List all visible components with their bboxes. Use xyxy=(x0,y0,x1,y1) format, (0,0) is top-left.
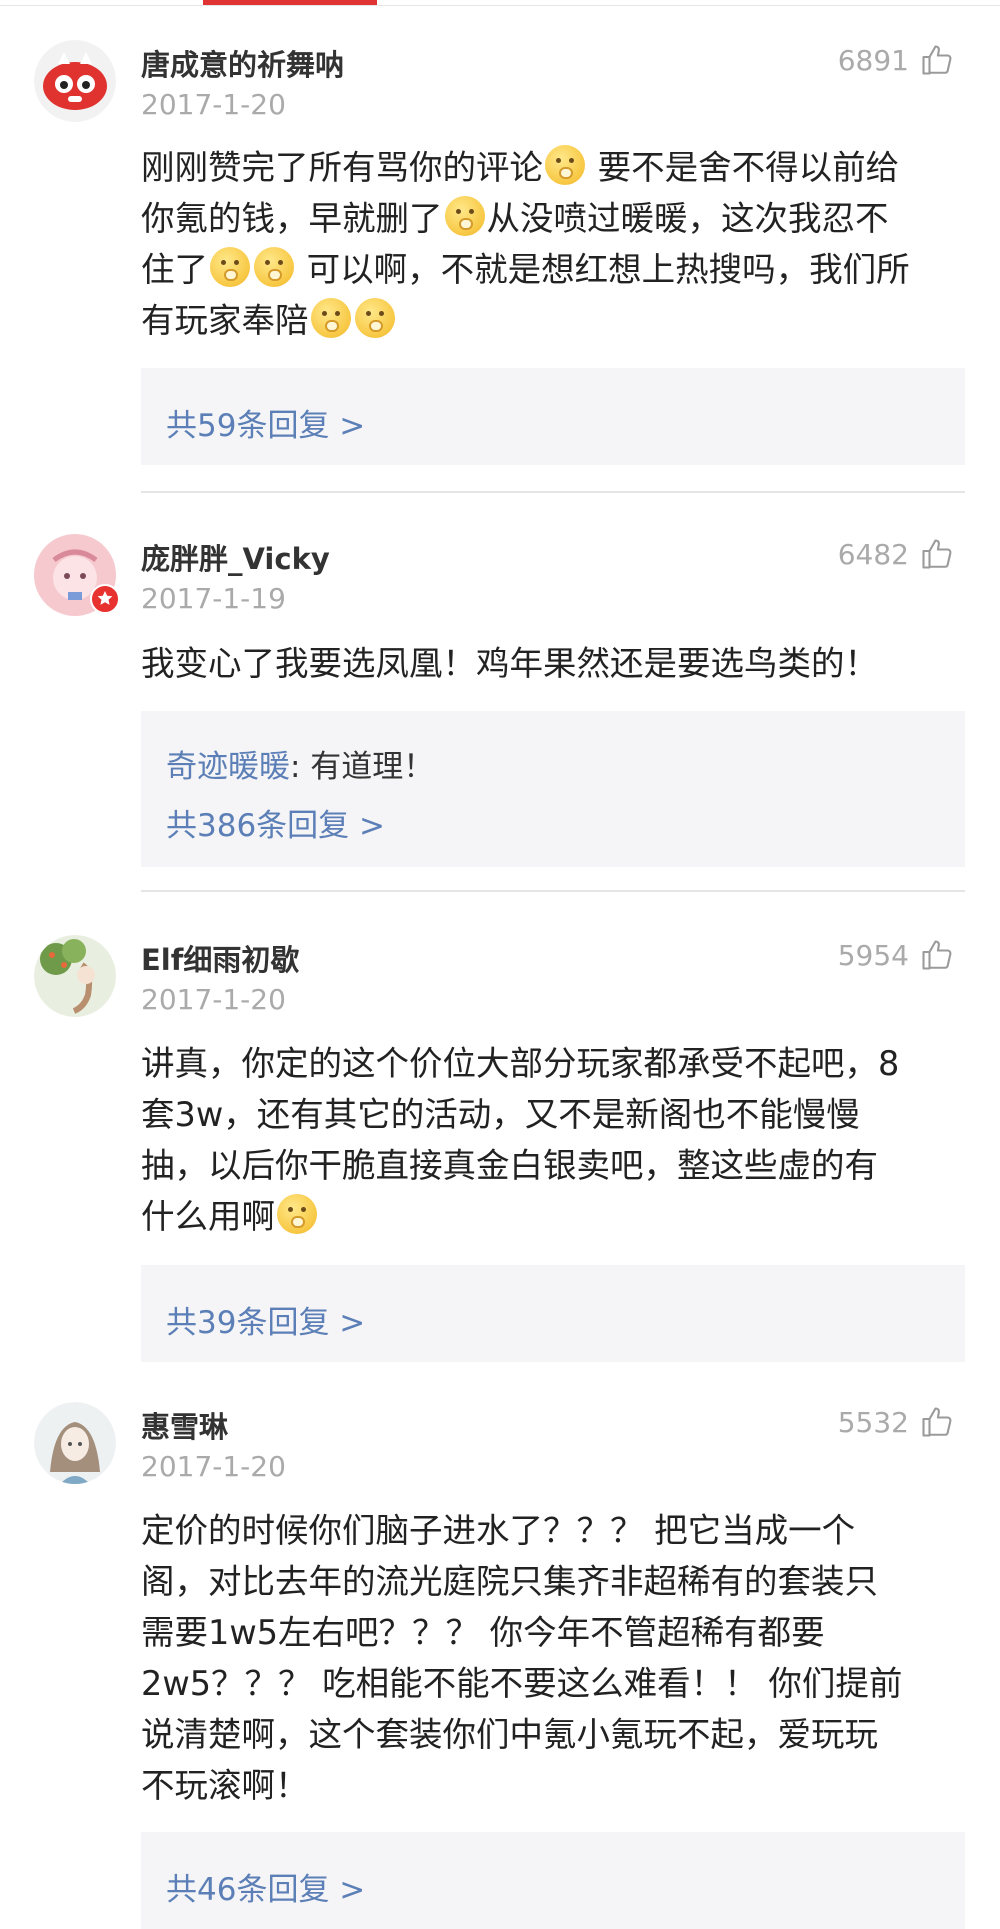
emoji-icon xyxy=(277,1194,317,1234)
verified-badge-icon xyxy=(90,584,120,614)
reply-panel[interactable]: 奇迹暖暖: 有道理！ 共386条回复 > xyxy=(141,711,965,867)
reply-panel[interactable]: 共59条回复 > xyxy=(141,368,965,465)
comment-text-line: 讲真，你定的这个价位大部分玩家都承受不起吧，8 xyxy=(141,1044,900,1083)
view-replies-link[interactable]: 共39条回复 > xyxy=(166,1297,365,1342)
thumbs-up-icon xyxy=(922,940,952,970)
thumbs-up-icon xyxy=(922,539,952,569)
view-replies-link[interactable]: 共386条回复 > xyxy=(166,800,385,845)
active-tab-indicator xyxy=(203,0,377,5)
reply-panel[interactable]: 共39条回复 > xyxy=(141,1265,965,1362)
username[interactable]: Elf细雨初歇 xyxy=(141,937,299,979)
like-count: 6891 xyxy=(837,43,909,77)
reply-text: : 有道理！ xyxy=(290,749,435,785)
divider xyxy=(141,491,965,493)
comment-text-line: 住了 可以啊，不就是想红想上热搜吗，我们所 xyxy=(141,244,971,295)
comment-text-line: 抽，以后你干脆直接真金白银卖吧，整这些虚的有 xyxy=(141,1146,878,1185)
comment-text-line: 说清楚啊，这个套装你们中氪小氪玩不起，爱玩玩 xyxy=(141,1715,878,1754)
emoji-icon xyxy=(545,145,585,185)
comment-text-line: 有玩家奉陪 xyxy=(141,295,971,346)
comment-text-line: 刚刚赞完了所有骂你的评论 要不是舍不得以前给 xyxy=(141,142,971,193)
comment-text: 讲真，你定的这个价位大部分玩家都承受不起吧，8 套3w，还有其它的活动，又不是新阁… xyxy=(141,1038,971,1242)
comment-text-line: 什么用啊 xyxy=(141,1191,971,1242)
like-button[interactable]: 6482 xyxy=(838,534,955,574)
comment-text-line: 阁，对比去年的流光庭院只集齐非超稀有的套装只 xyxy=(141,1562,878,1601)
comment-date: 2017-1-20 xyxy=(141,88,286,121)
username[interactable]: 惠雪琳 xyxy=(141,1404,228,1446)
reply-author[interactable]: 奇迹暖暖 xyxy=(166,749,290,785)
divider xyxy=(141,890,965,892)
emoji-icon xyxy=(354,298,395,338)
reply-preview: 奇迹暖暖: 有道理！ xyxy=(166,741,434,786)
like-count: 6482 xyxy=(837,537,909,571)
emoji-icon xyxy=(444,196,485,236)
top-tab-bar xyxy=(0,0,1000,6)
like-button[interactable]: 5954 xyxy=(838,935,955,975)
comment-date: 2017-1-19 xyxy=(141,582,286,615)
thumbs-up-icon xyxy=(922,1407,952,1437)
comment-text-line: 定价的时候你们脑子进水了？？？ 把它当成一个 xyxy=(141,1511,856,1550)
comment-text-line: 需要1w5左右吧？？？ 你今年不管超稀有都要 xyxy=(141,1613,825,1652)
comment-text-line: 我变心了我要选凤凰！鸡年果然还是要选鸟类的！ xyxy=(141,644,878,683)
comment-text-line: 不玩滚啊！ xyxy=(141,1766,309,1805)
comment-text: 我变心了我要选凤凰！鸡年果然还是要选鸟类的！ xyxy=(141,638,971,689)
avatar[interactable] xyxy=(34,534,120,616)
like-count: 5532 xyxy=(837,1405,909,1439)
like-count: 5954 xyxy=(837,938,909,972)
avatar[interactable] xyxy=(34,40,116,122)
emoji-icon xyxy=(310,298,351,338)
username[interactable]: 唐成意的祈舞呐 xyxy=(141,42,344,84)
view-replies-link[interactable]: 共59条回复 > xyxy=(166,400,365,445)
emoji-icon xyxy=(210,247,250,287)
comment-text-line: 套3w，还有其它的活动，又不是新阁也不能慢慢 xyxy=(141,1095,860,1134)
emoji-icon xyxy=(254,247,294,287)
comment-text-line: 2w5？？？ 吃相能不能不要这么难看！！ 你们提前 xyxy=(141,1664,903,1703)
comment-date: 2017-1-20 xyxy=(141,983,286,1016)
like-button[interactable]: 6891 xyxy=(838,40,955,80)
view-replies-link[interactable]: 共46条回复 > xyxy=(166,1864,365,1909)
avatar[interactable] xyxy=(34,1402,116,1484)
comment-text: 刚刚赞完了所有骂你的评论 要不是舍不得以前给 你氪的钱，早就删了 从没喷过暖暖，这次… xyxy=(141,142,971,346)
like-button[interactable]: 5532 xyxy=(838,1402,955,1442)
comment-text-line: 你氪的钱，早就删了 从没喷过暖暖，这次我忍不 xyxy=(141,193,971,244)
comment-date: 2017-1-20 xyxy=(141,1450,286,1483)
avatar[interactable] xyxy=(34,935,116,1017)
comment-text: 定价的时候你们脑子进水了？？？ 把它当成一个 阁，对比去年的流光庭院只集齐非超稀有… xyxy=(141,1505,971,1811)
thumbs-up-icon xyxy=(922,45,952,75)
username[interactable]: 庞胖胖_Vicky xyxy=(141,536,330,578)
reply-panel[interactable]: 共46条回复 > xyxy=(141,1832,965,1929)
